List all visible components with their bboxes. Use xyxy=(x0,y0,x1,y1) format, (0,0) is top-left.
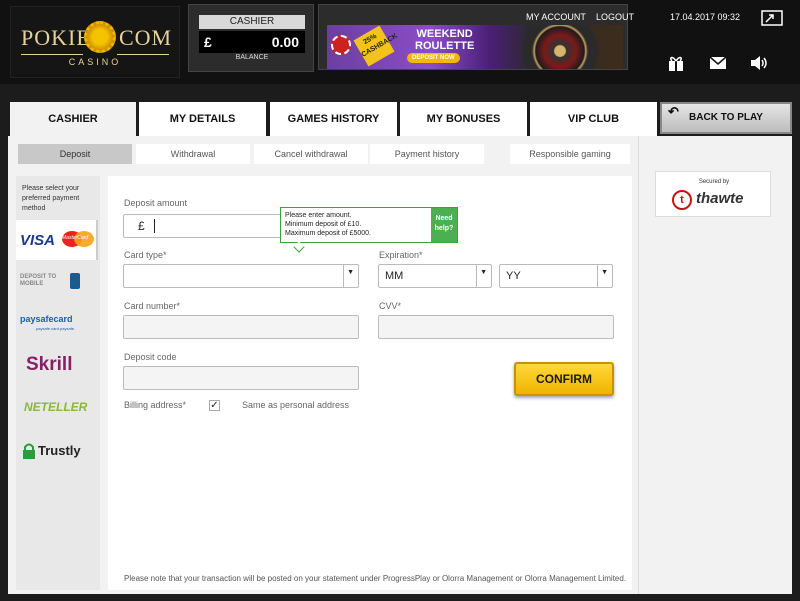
roulette-wheel-icon xyxy=(522,25,598,69)
deposit-code-label: Deposit code xyxy=(124,352,177,362)
chip-icon xyxy=(331,35,351,55)
subtab-withdrawal[interactable]: Withdrawal xyxy=(136,144,250,164)
expiration-month-select[interactable]: MM ▼ xyxy=(378,264,492,288)
tooltip-line1: Please enter amount. xyxy=(285,212,352,219)
expiration-year-select[interactable]: YY ▼ xyxy=(499,264,613,288)
neteller-logo: NETELLER xyxy=(24,400,88,414)
back-to-play-button[interactable]: ↶ BACK TO PLAY xyxy=(660,102,792,134)
back-arrow-icon: ↶ xyxy=(668,104,679,119)
currency-symbol: £ xyxy=(138,219,145,233)
balance-widget: CASHIER £ 0.00 BALANCE xyxy=(188,4,314,72)
balance-label: BALANCE xyxy=(235,54,269,61)
month-value: MM xyxy=(385,270,404,282)
my-account-link[interactable]: MY ACCOUNT xyxy=(526,12,586,22)
tooltip-line2: Minimum deposit of £10. xyxy=(285,221,362,228)
tooltip-text: Please enter amount. Minimum deposit of … xyxy=(285,211,431,238)
promo-title-line2: ROULETTE xyxy=(415,40,475,52)
cashback-badge: 25% CASHBACK xyxy=(353,25,399,67)
mail-icon[interactable] xyxy=(709,56,727,70)
poker-chip-icon xyxy=(84,21,116,53)
deposit-amount-label: Deposit amount xyxy=(124,198,188,208)
balance-currency: £ xyxy=(204,34,212,50)
chevron-down-icon: ▼ xyxy=(347,269,354,276)
confirm-button[interactable]: CONFIRM xyxy=(514,362,614,396)
logo-text-right: COM xyxy=(119,25,173,50)
deposit-now-button[interactable]: DEPOSIT NOW xyxy=(407,53,460,63)
same-address-checkbox[interactable]: ✓ xyxy=(209,400,220,411)
balance-display: £ 0.00 xyxy=(199,31,305,53)
year-value: YY xyxy=(506,270,521,282)
datetime: 17.04.2017 09:32 xyxy=(670,12,741,22)
logout-link[interactable]: LOGOUT xyxy=(596,12,634,22)
cashier-panel: Deposit Withdrawal Cancel withdrawal Pay… xyxy=(8,136,792,594)
payment-method-trustly[interactable]: Trustly xyxy=(16,432,98,472)
card-number-label: Card number* xyxy=(124,301,181,311)
cvv-label: CVV* xyxy=(379,301,402,311)
expiration-label: Expiration* xyxy=(379,250,423,260)
skrill-logo: Skrill xyxy=(26,354,73,375)
subtab-deposit[interactable]: Deposit xyxy=(18,144,132,164)
billing-address-label: Billing address* xyxy=(124,400,187,410)
thawte-seal[interactable]: Secured by t thawte xyxy=(655,171,771,217)
deposit-amount-tooltip: Please enter amount. Minimum deposit of … xyxy=(280,207,458,253)
paysafecard-subtext: paysafe.card.paysafe. xyxy=(36,326,76,331)
payment-method-mobile[interactable]: DEPOSIT TO MOBILE xyxy=(16,262,98,302)
paysafecard-logo: paysafecard xyxy=(20,314,73,324)
gift-icon[interactable] xyxy=(667,54,687,72)
chevron-down-icon: ▼ xyxy=(601,269,608,276)
cvv-input[interactable] xyxy=(378,315,614,339)
card-type-label: Card type* xyxy=(124,250,167,260)
need-help-button[interactable]: Need help? xyxy=(431,208,457,242)
tooltip-pointer xyxy=(293,241,305,253)
deposit-form: Deposit amount £ Please enter amount. Mi… xyxy=(108,176,632,590)
cashier-page: POKIES COM CASINO CASHIER £ 0.00 BALANCE… xyxy=(0,0,800,601)
text-cursor xyxy=(154,219,155,233)
deposit-to-mobile-logo: DEPOSIT TO MOBILE xyxy=(20,274,57,287)
sound-icon[interactable] xyxy=(749,54,769,72)
card-type-select[interactable]: ▼ xyxy=(123,264,359,288)
tab-cashier[interactable]: CASHIER xyxy=(10,102,136,138)
subtab-payment-history[interactable]: Payment history xyxy=(370,144,484,164)
promo-title-line1: WEEKEND xyxy=(416,28,473,40)
subtab-responsible-gaming[interactable]: Responsible gaming xyxy=(510,144,630,164)
payment-method-paysafecard[interactable]: paysafecard paysafe.card.paysafe. xyxy=(16,304,98,344)
secured-by-label: Secured by xyxy=(698,179,730,185)
mastercard-logo: MasterCard xyxy=(62,235,89,241)
trustly-logo: Trustly xyxy=(38,443,81,458)
payment-method-visa-mastercard[interactable]: VISA MasterCard xyxy=(16,220,98,260)
tooltip-line3: Maximum deposit of £5000. xyxy=(285,230,371,237)
chevron-down-icon: ▼ xyxy=(480,269,487,276)
back-to-play-label: BACK TO PLAY xyxy=(689,112,763,123)
logo-subtitle: CASINO xyxy=(68,57,122,67)
mobile-phone-icon xyxy=(70,273,80,289)
thawte-brand: thawte xyxy=(696,190,744,207)
thawte-icon: t xyxy=(672,190,692,210)
cashier-title: CASHIER xyxy=(199,15,305,29)
header: POKIES COM CASINO CASHIER £ 0.00 BALANCE… xyxy=(0,0,800,84)
deposit-code-input[interactable] xyxy=(123,366,359,390)
statement-note: Please note that your transaction will b… xyxy=(124,574,627,583)
subtab-cancel-withdrawal[interactable]: Cancel withdrawal xyxy=(254,144,368,164)
promo-title: WEEKEND ROULETTE xyxy=(415,28,474,52)
payment-methods: Please select your preferred payment met… xyxy=(16,176,100,590)
balance-value: 0.00 xyxy=(271,34,299,50)
tab-vip-club[interactable]: VIP CLUB xyxy=(530,102,657,136)
visa-logo: VISA xyxy=(20,232,56,249)
card-number-input[interactable] xyxy=(123,315,359,339)
tab-games-history[interactable]: GAMES HISTORY xyxy=(270,102,397,136)
trustly-lock-icon xyxy=(23,443,35,459)
tab-my-bonuses[interactable]: MY BONUSES xyxy=(400,102,527,136)
tab-my-details[interactable]: MY DETAILS xyxy=(139,102,266,136)
casino-logo[interactable]: POKIES COM CASINO xyxy=(10,6,180,78)
payment-method-neteller[interactable]: NETELLER xyxy=(16,388,98,428)
promo-banner-image[interactable]: 25% CASHBACK WEEKEND ROULETTE DEPOSIT NO… xyxy=(327,25,623,69)
payment-method-note: Please select your preferred payment met… xyxy=(22,185,80,212)
same-address-label: Same as personal address xyxy=(242,400,350,410)
payment-method-skrill[interactable]: Skrill xyxy=(16,346,98,386)
security-sidebar: Secured by t thawte xyxy=(638,136,792,594)
fullscreen-icon[interactable] xyxy=(761,10,783,28)
